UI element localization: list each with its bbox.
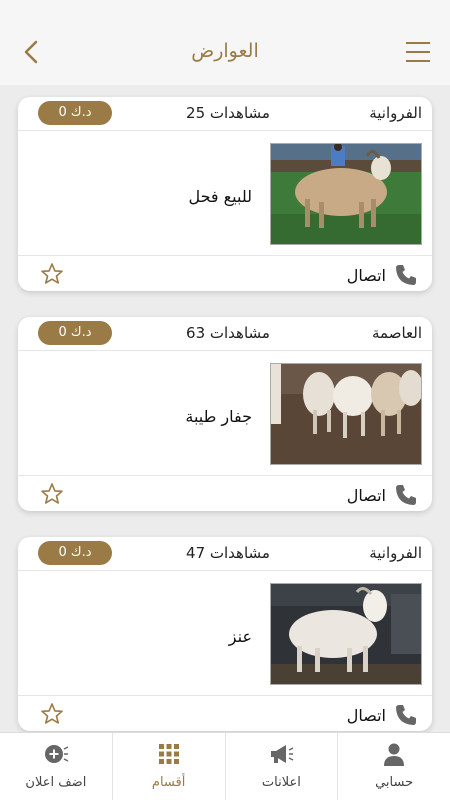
tab-sections[interactable]: أقسام [113,733,226,800]
listing-photo[interactable] [270,583,422,685]
listing-photo[interactable] [270,143,422,245]
tab-add-ad-label: اضف اعلان [25,775,87,790]
call-button[interactable]: اتصال [347,482,418,508]
white-goat-image [271,584,421,684]
views-count: 63 مشاهدات [186,324,270,342]
listing-title[interactable]: عنز [229,627,252,646]
favorite-star-icon[interactable] [40,262,64,286]
phone-icon [396,485,416,505]
listing-header: 0 د.ك 47 مشاهدات الفروانية [18,537,432,571]
listing-footer: اتصال [18,475,432,511]
listing-card[interactable]: 0 د.ك 25 مشاهدات الفروانية للبيع فحل اتص… [18,97,432,291]
listing-location: الفروانية [369,104,422,122]
favorite-star-icon[interactable] [40,702,64,726]
bottom-tab-bar: اضف اعلان أقسام اعلانات حسابي [0,732,450,800]
price-badge: 0 د.ك [38,101,112,125]
listing-footer: اتصال [18,255,432,291]
tab-account[interactable]: حسابي [338,733,450,800]
tab-account-label: حسابي [375,775,414,790]
views-count: 47 مشاهدات [186,544,270,562]
call-button[interactable]: اتصال [347,262,418,288]
listing-header: 0 د.ك 25 مشاهدات الفروانية [18,97,432,131]
call-label: اتصال [346,705,386,725]
favorite-star-icon[interactable] [40,482,64,506]
phone-icon [396,705,416,725]
tab-sections-label: أقسام [151,775,186,790]
listing-header: 0 د.ك 63 مشاهدات العاصمة [18,317,432,351]
page-title: العوارض [191,40,259,62]
goat-herd-image [271,364,421,464]
call-label: اتصال [346,265,386,285]
tab-ads[interactable]: اعلانات [226,733,339,800]
megaphone-icon [271,745,294,763]
listing-footer: اتصال [18,695,432,731]
tab-add-ad[interactable]: اضف اعلان [0,733,113,800]
app-header: العوارض [0,0,450,85]
add-circle-icon [44,745,69,763]
call-label: اتصال [346,485,386,505]
goat-on-grass-image [271,144,421,244]
grid-icon [158,744,179,764]
tab-ads-label: اعلانات [261,775,301,790]
price-badge: 0 د.ك [38,541,112,565]
price-badge: 0 د.ك [38,321,112,345]
listing-title[interactable]: للبيع فحل [188,187,252,206]
call-button[interactable]: اتصال [347,702,418,728]
user-icon [384,743,405,766]
listing-location: الفروانية [369,544,422,562]
listing-photo[interactable] [270,363,422,465]
listing-card[interactable]: 0 د.ك 63 مشاهدات العاصمة جفار طيبة اتصال [18,317,432,511]
listing-title[interactable]: جفار طيبة [185,407,252,426]
listing-card[interactable]: 0 د.ك 47 مشاهدات الفروانية عنز اتصال [18,537,432,731]
menu-icon[interactable] [404,40,432,64]
views-count: 25 مشاهدات [186,104,270,122]
listing-location: العاصمة [372,324,422,342]
phone-icon [396,265,416,285]
